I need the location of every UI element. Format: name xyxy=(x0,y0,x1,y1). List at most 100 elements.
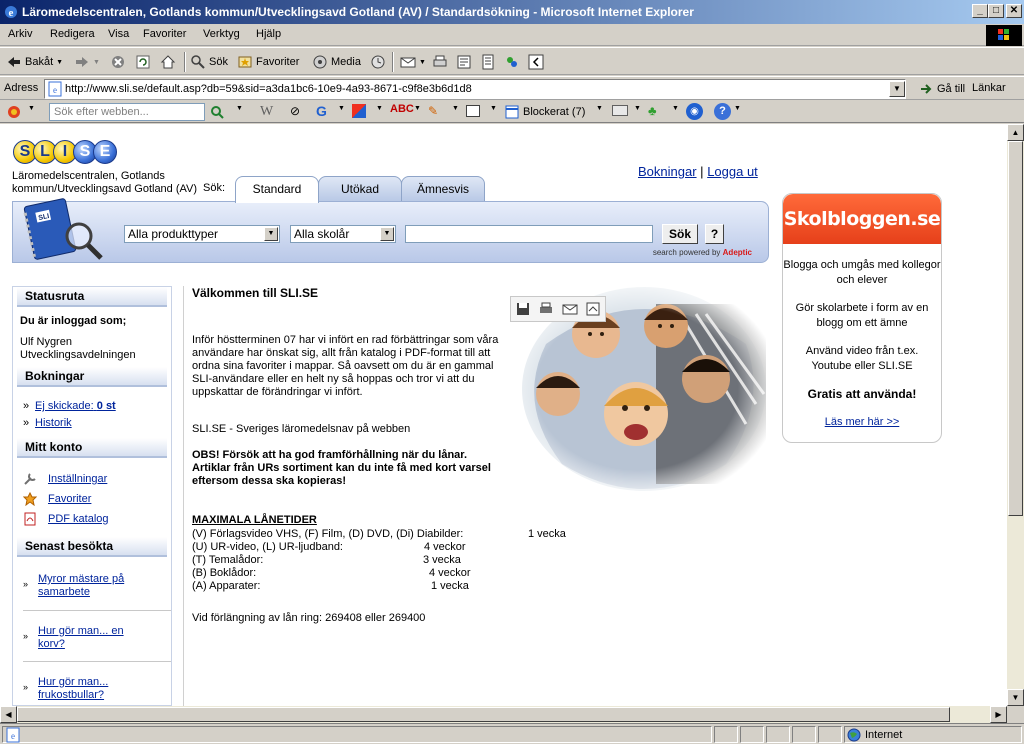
discuss-button[interactable] xyxy=(480,53,496,71)
recent-item-link[interactable]: Hur gör man... en korv? xyxy=(38,625,148,651)
not-sent-link[interactable]: » Ej skickade: 0 st xyxy=(23,400,116,412)
wrench-icon xyxy=(24,473,36,485)
save-icon[interactable] xyxy=(515,301,531,317)
recent-item[interactable]: » Hur gör man... en korv? xyxy=(23,625,173,655)
window-title-bar[interactable]: e Läromedelscentralen, Gotlands kommun/U… xyxy=(0,0,1024,24)
stop-button[interactable] xyxy=(110,53,126,71)
web-search-input[interactable]: Sök efter webben... xyxy=(49,103,205,121)
search-button[interactable]: Sök xyxy=(190,53,228,71)
ad-read-more-label[interactable]: Läs mer här >> xyxy=(825,416,900,428)
address-dropdown-button[interactable]: ▼ xyxy=(889,81,905,97)
page-info-icon[interactable] xyxy=(466,105,480,117)
form-fill-icon[interactable] xyxy=(612,105,628,116)
chevron-down-icon[interactable]: ▼ xyxy=(414,105,421,112)
media-button[interactable]: Media xyxy=(312,53,361,71)
query-input[interactable] xyxy=(405,225,653,243)
close-button[interactable]: ✕ xyxy=(1006,4,1022,18)
refresh-button[interactable] xyxy=(135,53,151,71)
print-button[interactable] xyxy=(432,53,448,71)
tab-utokad[interactable]: Utökad xyxy=(318,176,402,202)
menu-verktyg[interactable]: Verktyg xyxy=(203,28,240,40)
favorites-button[interactable]: Favoriter xyxy=(237,53,299,71)
ad-read-more-link[interactable]: Läs mer här >> xyxy=(783,415,941,430)
recent-item-link[interactable]: Myror mästare på samarbete xyxy=(38,573,148,599)
vertical-scrollbar[interactable]: ▲ ▼ xyxy=(1007,124,1024,706)
printer-icon[interactable] xyxy=(538,301,554,317)
highlight-icon[interactable]: ✎ xyxy=(428,104,438,118)
product-type-select[interactable]: Alla produkttyper ▼ xyxy=(124,225,280,243)
loan-row-label: (V) Förlagsvideo VHS, (F) Film, (D) DVD,… xyxy=(192,528,464,540)
wikipedia-icon[interactable]: W xyxy=(260,104,273,120)
email-icon[interactable] xyxy=(562,301,578,317)
color-picker-icon[interactable] xyxy=(352,104,366,118)
toolbar-options-icon[interactable]: ◉ xyxy=(686,103,703,120)
messenger-button[interactable] xyxy=(504,53,520,71)
menu-redigera[interactable]: Redigera xyxy=(50,28,95,40)
skolbloggen-ad[interactable]: Skolbloggen.se Blogga och umgås med koll… xyxy=(782,193,942,443)
chevron-down-icon[interactable]: ▼ xyxy=(634,105,641,112)
recent-item-link[interactable]: Hur gör man... frukostbullar? xyxy=(38,676,148,702)
search-help-button[interactable]: ? xyxy=(705,224,724,244)
links-label[interactable]: Länkar xyxy=(972,82,1006,94)
chevron-down-icon[interactable]: ▼ xyxy=(490,105,497,112)
mail-button[interactable]: ▼ xyxy=(400,53,426,71)
back-button[interactable]: Bakåt ▼ xyxy=(6,53,63,71)
sli-logo[interactable]: S L I S E xyxy=(13,140,117,166)
printer-icon xyxy=(433,55,447,67)
pdf-icon xyxy=(24,512,36,526)
chevron-down-icon[interactable]: ▼ xyxy=(376,105,383,112)
share-icon[interactable] xyxy=(585,301,601,317)
bookings-link[interactable]: Bokningar xyxy=(638,164,697,179)
history-button[interactable] xyxy=(370,53,386,71)
research-button[interactable] xyxy=(528,53,544,71)
menu-visa[interactable]: Visa xyxy=(108,28,129,40)
scroll-right-button[interactable]: ▶ xyxy=(990,706,1007,723)
recent-item[interactable]: » Hur gör man... frukostbullar? xyxy=(23,676,173,706)
minimize-button[interactable]: _ xyxy=(972,4,988,18)
pdf-catalog-link[interactable]: PDF katalog xyxy=(48,513,109,525)
home-button[interactable] xyxy=(160,53,176,71)
menu-hjalp[interactable]: Hjälp xyxy=(256,28,281,40)
chevron-down-icon[interactable]: ▼ xyxy=(734,105,741,112)
search-submit-button[interactable]: Sök xyxy=(662,224,698,244)
recent-item[interactable]: » Myror mästare på samarbete xyxy=(23,573,173,603)
toolbar-brand-icon[interactable] xyxy=(6,104,22,120)
chevron-down-icon[interactable]: ▼ xyxy=(452,105,459,112)
chevron-down-icon[interactable]: ▼ xyxy=(28,105,35,112)
scroll-up-button[interactable]: ▲ xyxy=(1007,124,1024,141)
help-icon[interactable]: ? xyxy=(714,103,731,120)
forward-button[interactable]: ▼ xyxy=(74,53,100,71)
chevron-down-icon[interactable]: ▼ xyxy=(672,105,679,112)
scroll-down-button[interactable]: ▼ xyxy=(1007,689,1024,706)
google-icon[interactable]: G xyxy=(316,103,327,119)
edit-button[interactable] xyxy=(456,53,472,71)
address-input[interactable]: e http://www.sli.se/default.asp?db=59&si… xyxy=(44,79,906,99)
horizontal-scrollbar[interactable]: ◀ ▶ xyxy=(0,706,1007,723)
adeptic-brand[interactable]: Adeptic xyxy=(723,248,752,257)
search-go-icon[interactable] xyxy=(208,104,226,120)
history-link[interactable]: » Historik xyxy=(23,417,72,429)
spellcheck-icon[interactable]: ABC xyxy=(390,103,414,115)
dictionary-icon[interactable]: ⊘ xyxy=(290,104,300,118)
loan-row: (A) Apparater: 1 vecka xyxy=(192,580,612,593)
vertical-scroll-thumb[interactable] xyxy=(1008,141,1023,516)
tab-standard[interactable]: Standard xyxy=(235,176,319,203)
chevron-down-icon[interactable]: ▼ xyxy=(596,105,603,112)
go-button[interactable]: Gå till xyxy=(918,80,965,98)
chevron-down-icon[interactable]: ▼ xyxy=(338,105,345,112)
logout-link[interactable]: Logga ut xyxy=(707,164,758,179)
school-year-select[interactable]: Alla skolår ▼ xyxy=(290,225,396,243)
tab-amnesvis[interactable]: Ämnesvis xyxy=(401,176,485,202)
chevron-down-icon[interactable]: ▼ xyxy=(236,105,243,112)
chevron-down-icon: ▼ xyxy=(380,227,394,241)
scroll-left-button[interactable]: ◀ xyxy=(0,706,17,723)
maximize-button[interactable]: □ xyxy=(988,4,1004,18)
toolbar-separator xyxy=(184,52,186,72)
favorites-link[interactable]: Favoriter xyxy=(48,493,91,505)
horizontal-scroll-thumb[interactable] xyxy=(17,707,950,722)
popup-blocker-button[interactable]: Blockerat (7) xyxy=(504,103,585,121)
menu-favoriter[interactable]: Favoriter xyxy=(143,28,186,40)
settings-link[interactable]: Inställningar xyxy=(48,473,107,485)
messenger-people-icon[interactable]: ♣ xyxy=(648,103,657,118)
menu-arkiv[interactable]: Arkiv xyxy=(8,28,32,40)
